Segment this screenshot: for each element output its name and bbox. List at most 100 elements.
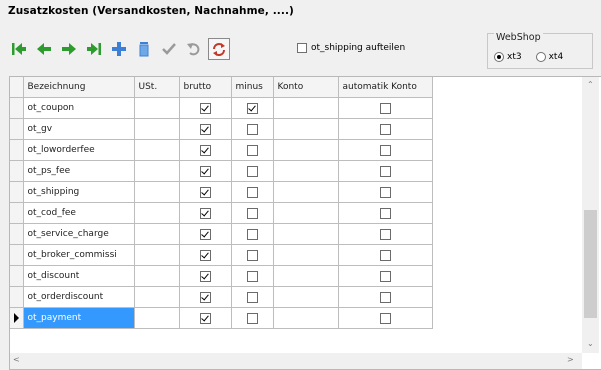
scroll-up-icon[interactable]: ⌃ [587, 80, 594, 89]
automatik-konto-cell[interactable] [338, 97, 433, 119]
minus-cell[interactable] [231, 265, 274, 287]
automatik-konto-cell[interactable] [338, 181, 433, 203]
column-header-brutto[interactable]: brutto [179, 77, 232, 98]
brutto-checkbox[interactable] [199, 312, 211, 324]
column-header-minus[interactable]: minus [231, 77, 274, 98]
table-row[interactable]: ot_coupon [10, 97, 433, 119]
bezeichnung-cell[interactable]: ot_loworderfee [23, 139, 135, 161]
automatik-konto-cell[interactable] [338, 118, 433, 140]
minus-checkbox[interactable] [246, 312, 258, 324]
bezeichnung-cell[interactable]: ot_payment [23, 307, 135, 329]
table-row[interactable]: ot_loworderfee [10, 139, 433, 161]
minus-cell[interactable] [231, 181, 274, 203]
minus-cell[interactable] [231, 307, 274, 329]
insert-record-button[interactable] [108, 38, 130, 60]
brutto-cell[interactable] [179, 265, 232, 287]
last-record-button[interactable] [83, 38, 105, 60]
row-indicator[interactable] [10, 286, 24, 308]
horizontal-scrollbar[interactable]: < > [10, 353, 582, 369]
row-indicator[interactable] [10, 223, 24, 245]
brutto-cell[interactable] [179, 160, 232, 182]
minus-cell[interactable] [231, 160, 274, 182]
automatik-konto-cell[interactable] [338, 286, 433, 308]
ust-cell[interactable] [134, 139, 180, 161]
ust-cell[interactable] [134, 223, 180, 245]
ust-cell[interactable] [134, 160, 180, 182]
table-row[interactable]: ot_service_charge [10, 223, 433, 245]
column-header-automatik-konto[interactable]: automatik Konto [338, 77, 433, 98]
ust-cell[interactable] [134, 202, 180, 224]
minus-cell[interactable] [231, 244, 274, 266]
konto-cell[interactable] [273, 97, 339, 119]
minus-checkbox[interactable] [246, 144, 258, 156]
brutto-checkbox[interactable] [199, 123, 211, 135]
minus-cell[interactable] [231, 118, 274, 140]
row-indicator[interactable] [10, 118, 24, 140]
ust-cell[interactable] [134, 286, 180, 308]
bezeichnung-cell[interactable]: ot_orderdiscount [23, 286, 135, 308]
automatik-konto-cell[interactable] [338, 307, 433, 329]
minus-checkbox[interactable] [246, 102, 258, 114]
automatik-konto-cell[interactable] [338, 265, 433, 287]
automatik-konto-checkbox[interactable] [379, 270, 391, 282]
automatik-konto-checkbox[interactable] [379, 291, 391, 303]
automatik-konto-cell[interactable] [338, 244, 433, 266]
row-indicator[interactable] [10, 181, 24, 203]
row-indicator[interactable] [10, 202, 24, 224]
table-row[interactable]: ot_shipping [10, 181, 433, 203]
konto-cell[interactable] [273, 307, 339, 329]
webshop-xt3-radio[interactable] [494, 52, 504, 62]
automatik-konto-checkbox[interactable] [379, 249, 391, 261]
row-indicator[interactable] [10, 307, 24, 329]
row-indicator[interactable] [10, 244, 24, 266]
minus-checkbox[interactable] [246, 270, 258, 282]
minus-cell[interactable] [231, 202, 274, 224]
minus-checkbox[interactable] [246, 165, 258, 177]
brutto-cell[interactable] [179, 139, 232, 161]
automatik-konto-checkbox[interactable] [379, 123, 391, 135]
table-row[interactable]: ot_payment [10, 307, 433, 329]
table-row[interactable]: ot_ps_fee [10, 160, 433, 182]
brutto-checkbox[interactable] [199, 228, 211, 240]
split-shipping-option[interactable]: ot_shipping aufteilen [297, 43, 405, 53]
additional-costs-grid[interactable]: Bezeichnung USt. brutto minus Konto auto… [9, 76, 601, 370]
bezeichnung-cell[interactable]: ot_ps_fee [23, 160, 135, 182]
konto-cell[interactable] [273, 202, 339, 224]
bezeichnung-cell[interactable]: ot_shipping [23, 181, 135, 203]
automatik-konto-checkbox[interactable] [379, 186, 391, 198]
automatik-konto-checkbox[interactable] [379, 207, 391, 219]
prev-record-button[interactable] [33, 38, 55, 60]
table-row[interactable]: ot_broker_commissi [10, 244, 433, 266]
brutto-checkbox[interactable] [199, 291, 211, 303]
row-indicator[interactable] [10, 265, 24, 287]
table-row[interactable]: ot_orderdiscount [10, 286, 433, 308]
minus-cell[interactable] [231, 286, 274, 308]
minus-checkbox[interactable] [246, 123, 258, 135]
split-shipping-checkbox[interactable] [297, 43, 307, 53]
first-record-button[interactable] [8, 38, 30, 60]
brutto-cell[interactable] [179, 118, 232, 140]
minus-cell[interactable] [231, 97, 274, 119]
brutto-cell[interactable] [179, 202, 232, 224]
next-record-button[interactable] [58, 38, 80, 60]
konto-cell[interactable] [273, 139, 339, 161]
automatik-konto-cell[interactable] [338, 202, 433, 224]
vertical-scrollbar[interactable]: ⌃ ⌄ [582, 77, 599, 353]
bezeichnung-cell[interactable]: ot_cod_fee [23, 202, 135, 224]
brutto-checkbox[interactable] [199, 270, 211, 282]
scroll-left-icon[interactable]: < [13, 355, 20, 364]
webshop-xt4-radio[interactable] [535, 52, 546, 62]
konto-cell[interactable] [273, 160, 339, 182]
cancel-button[interactable] [183, 38, 205, 60]
row-indicator[interactable] [10, 139, 24, 161]
row-indicator[interactable] [10, 160, 24, 182]
brutto-checkbox[interactable] [199, 249, 211, 261]
konto-cell[interactable] [273, 286, 339, 308]
bezeichnung-cell[interactable]: ot_gv [23, 118, 135, 140]
column-header-ust[interactable]: USt. [134, 77, 180, 98]
automatik-konto-cell[interactable] [338, 139, 433, 161]
minus-checkbox[interactable] [246, 291, 258, 303]
bezeichnung-cell[interactable]: ot_coupon [23, 97, 135, 119]
minus-checkbox[interactable] [246, 186, 258, 198]
konto-cell[interactable] [273, 223, 339, 245]
